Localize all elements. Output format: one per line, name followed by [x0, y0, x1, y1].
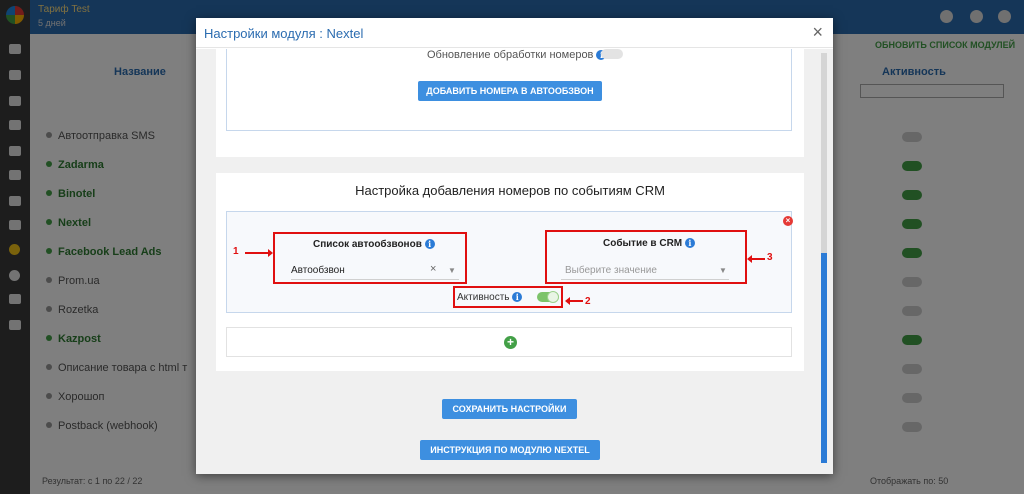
- close-icon[interactable]: ×: [812, 22, 823, 43]
- modal-body: Обновление обработки номеров i ДОБАВИТЬ …: [196, 49, 833, 474]
- crm-rule-box: × Список автообзвонов i Автообзвон × ▼ С…: [226, 211, 793, 313]
- renew-processing-toggle[interactable]: [601, 49, 623, 59]
- crm-event-select[interactable]: Выберите значение: [565, 265, 657, 276]
- add-rule-row: +: [226, 327, 792, 357]
- modal-title: Настройки модуля : Nextel: [204, 26, 364, 41]
- select-underline: [291, 279, 459, 280]
- info-icon[interactable]: i: [512, 292, 523, 302]
- chevron-down-icon[interactable]: ▼: [719, 266, 727, 275]
- activity-label: Активность i: [457, 292, 523, 303]
- crm-section-title: Настройка добавления номеров по событиям…: [355, 183, 665, 198]
- modal-scroll-thumb[interactable]: [821, 253, 827, 463]
- annotation-arrow-1: [245, 249, 273, 257]
- autodial-settings-box: Обновление обработки номеров i ДОБАВИТЬ …: [226, 49, 792, 131]
- select-underline: [561, 279, 729, 280]
- info-icon[interactable]: i: [684, 238, 695, 248]
- module-settings-modal: Настройки модуля : Nextel × Обновление о…: [196, 18, 833, 474]
- annotation-arrow-3: [747, 255, 765, 263]
- autodial-list-label-text: Список автообзвонов: [313, 239, 422, 250]
- autodial-list-select[interactable]: Автообзвон: [291, 265, 345, 276]
- autodial-list-label: Список автообзвонов i: [313, 239, 435, 250]
- crm-event-label: Событие в CRM i: [603, 238, 695, 249]
- annotation-1: 1: [233, 246, 239, 257]
- nextel-instruction-button[interactable]: ИНСТРУКЦИЯ ПО МОДУЛЮ NEXTEL: [420, 440, 600, 460]
- plus-icon[interactable]: +: [504, 336, 517, 349]
- activity-toggle[interactable]: [537, 291, 559, 303]
- add-numbers-button[interactable]: ДОБАВИТЬ НОМЕРА В АВТООБЗВОН: [418, 81, 602, 101]
- save-settings-button[interactable]: СОХРАНИТЬ НАСТРОЙКИ: [442, 399, 577, 419]
- modal-scrollbar[interactable]: [821, 53, 827, 463]
- annotation-2: 2: [585, 296, 591, 307]
- chevron-down-icon[interactable]: ▼: [448, 266, 456, 275]
- annotation-arrow-2: [565, 297, 583, 305]
- annotation-3: 3: [767, 252, 773, 263]
- renew-processing-label: Обновление обработки номеров i: [427, 49, 607, 61]
- crm-events-panel: Настройка добавления номеров по событиям…: [216, 173, 804, 371]
- autodial-panel: Обновление обработки номеров i ДОБАВИТЬ …: [216, 49, 804, 157]
- activity-label-text: Активность: [457, 292, 510, 303]
- remove-rule-icon[interactable]: ×: [783, 216, 793, 226]
- info-icon[interactable]: i: [424, 239, 435, 249]
- clear-selection-icon[interactable]: ×: [430, 263, 436, 275]
- modal-header: Настройки модуля : Nextel ×: [196, 18, 833, 48]
- crm-event-label-text: Событие в CRM: [603, 238, 683, 249]
- renew-processing-text: Обновление обработки номеров: [427, 49, 594, 61]
